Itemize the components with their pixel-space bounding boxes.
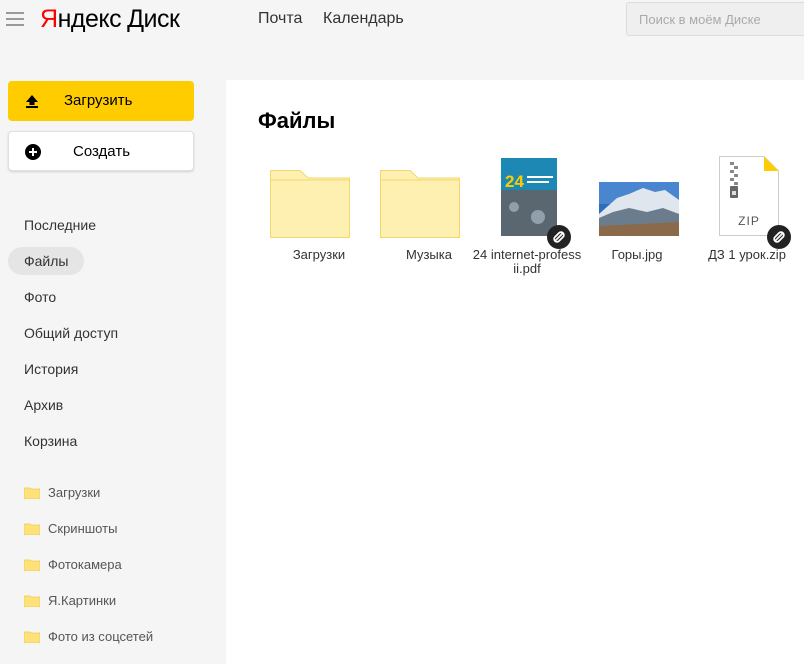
page-title: Файлы [258,108,336,133]
nav-link-calendar[interactable]: Календарь [323,10,404,28]
nav-photo[interactable]: Фото [8,283,72,311]
plus-circle-icon [25,144,41,160]
create-label: Создать [73,143,131,160]
nav-recent[interactable]: Последние [8,211,112,239]
file-tile[interactable]: Загрузки [264,156,374,286]
file-name: Загрузки [292,247,346,262]
file-name: Музыка [406,247,452,262]
nav-history[interactable]: История [8,355,94,383]
nav-files[interactable]: Файлы [8,247,85,275]
folder-icon [380,170,460,238]
image-thumbnail [599,182,679,236]
folder-icon [24,595,40,607]
upload-label: Загрузить [64,92,133,109]
folder-icon [24,523,40,535]
sidebar: Загрузить Создать Последние Файлы Фото О… [0,40,226,664]
folder-icon [270,170,350,238]
nav-shared[interactable]: Общий доступ [8,319,134,347]
file-tile[interactable]: Музыка [374,156,484,286]
link-icon[interactable] [767,225,791,249]
file-tile[interactable]: ZIP ДЗ 1 урок.zip [692,156,802,286]
menu-icon[interactable] [6,12,24,26]
link-icon[interactable] [547,225,571,249]
upload-icon [26,95,38,108]
nav-link-mail[interactable]: Почта [258,10,302,28]
file-tile[interactable]: 24 24 internet-professii.pdf [472,156,582,286]
folder-icon [24,487,40,499]
create-button[interactable]: Создать [8,131,194,171]
file-name: ДЗ 1 урок.zip [708,247,786,262]
pdf-cover-number: 24 [505,172,524,191]
logo[interactable]: Яндекс Диск [40,5,180,33]
upload-button[interactable]: Загрузить [8,81,194,121]
search-input[interactable] [626,2,804,36]
file-name: 24 internet-professii.pdf [472,247,582,276]
top-bar: Яндекс Диск Почта Календарь [0,0,804,40]
folder-icon [24,631,40,643]
file-name: Горы.jpg [611,247,663,262]
file-tile[interactable]: Горы.jpg [582,156,692,286]
folder-icon [24,559,40,571]
files-panel: Файлы Загрузки Музыка 24 24 internet-pro… [226,80,804,664]
nav-archive[interactable]: Архив [8,391,79,419]
nav-trash[interactable]: Корзина [8,427,93,455]
